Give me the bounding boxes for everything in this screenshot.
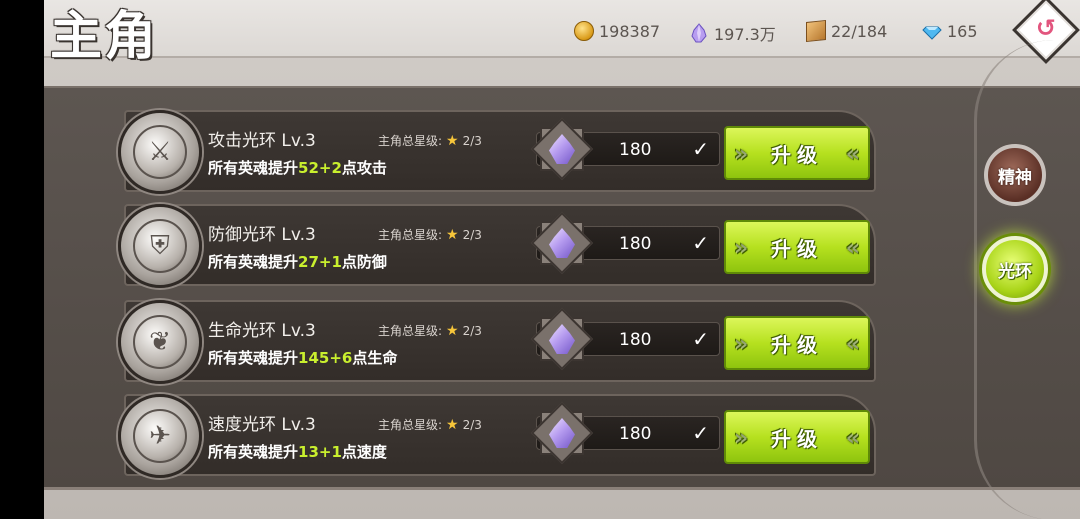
crystal-cost-icon <box>530 211 594 275</box>
desc-value: 13+1 <box>298 443 342 461</box>
chevron-right-icon: » <box>734 426 748 451</box>
chevron-right-icon: » <box>734 236 748 261</box>
crystal-icon <box>691 23 707 43</box>
hero-screen: 主角 198387 197.3万 22/184 165 ↺ ⚔ 攻击光环 Lv.… <box>44 0 1080 519</box>
aura-list-panel: ⚔ 攻击光环 Lv.3 所有英魂提升52+2点攻击 主角总星级: ★ 2/3 1… <box>44 86 1080 490</box>
aura-name: 防御光环 Lv.3 <box>208 225 316 245</box>
aura-name: 速度光环 Lv.3 <box>208 415 316 435</box>
aura-row-speed: ✈ 速度光环 Lv.3 所有英魂提升13+1点速度 主角总星级: ★ 2/3 1… <box>118 394 876 478</box>
desc-value: 52+2 <box>298 159 342 177</box>
chevron-left-icon: « <box>845 332 860 357</box>
desc-suffix: 点防御 <box>341 253 387 271</box>
star-label: 主角总星级: <box>378 134 443 148</box>
chevron-left-icon: « <box>845 142 860 167</box>
wing-crest-icon: ✈ <box>118 394 202 478</box>
upgrade-label: 升级 <box>771 142 823 167</box>
chevron-left-icon: « <box>845 426 860 451</box>
star-icon: ★ <box>446 132 459 149</box>
bag-counter: 22/184 <box>806 19 888 43</box>
upgrade-label: 升级 <box>771 426 823 451</box>
desc-suffix: 点攻击 <box>341 159 387 177</box>
upgrade-button[interactable]: » 升级 « <box>724 316 870 370</box>
box-icon <box>806 19 826 43</box>
desc-suffix: 点生命 <box>352 349 398 367</box>
diamond-icon <box>922 26 942 40</box>
upgrade-button[interactable]: » 升级 « <box>724 410 870 464</box>
desc-prefix: 所有英魂提升 <box>208 159 299 177</box>
tab-spirit[interactable]: 精神 <box>984 144 1046 206</box>
desc-prefix: 所有英魂提升 <box>208 349 299 367</box>
aura-row-defense: ⛨ 防御光环 Lv.3 所有英魂提升27+1点防御 主角总星级: ★ 2/3 1… <box>118 204 876 288</box>
check-icon: ✓ <box>692 421 709 445</box>
star-requirement: 主角总星级: ★ 2/3 <box>378 132 482 149</box>
aura-name: 生命光环 Lv.3 <box>208 321 316 341</box>
star-icon: ★ <box>446 226 459 243</box>
sword-crest-icon: ⚔ <box>118 110 202 194</box>
upgrade-label: 升级 <box>771 236 823 261</box>
cost-value: 180 <box>619 424 652 444</box>
crystal-cost-icon <box>530 401 594 465</box>
star-icon: ★ <box>446 416 459 433</box>
star-icon: ★ <box>446 322 459 339</box>
check-icon: ✓ <box>692 231 709 255</box>
check-icon: ✓ <box>692 327 709 351</box>
chevron-right-icon: » <box>734 332 748 357</box>
desc-prefix: 所有英魂提升 <box>208 253 299 271</box>
star-label: 主角总星级: <box>378 418 443 432</box>
page-title: 主角 <box>50 6 159 67</box>
cost-value: 180 <box>619 140 652 160</box>
heart-crest-icon: ❦ <box>118 300 202 384</box>
bag-value: 22/184 <box>831 21 888 41</box>
gold-counter: 198387 <box>574 21 660 41</box>
star-value: 2/3 <box>462 417 482 432</box>
upgrade-button[interactable]: » 升级 « <box>724 126 870 180</box>
desc-value: 27+1 <box>298 253 342 271</box>
crystal-cost-icon <box>530 117 594 181</box>
star-requirement: 主角总星级: ★ 2/3 <box>378 322 482 339</box>
star-label: 主角总星级: <box>378 324 443 338</box>
desc-suffix: 点速度 <box>341 443 387 461</box>
star-value: 2/3 <box>462 323 482 338</box>
aura-desc: 所有英魂提升145+6点生命 <box>208 347 397 368</box>
aura-row-attack: ⚔ 攻击光环 Lv.3 所有英魂提升52+2点攻击 主角总星级: ★ 2/3 1… <box>118 110 876 194</box>
left-black-bar <box>0 0 44 519</box>
cost-value: 180 <box>619 330 652 350</box>
aura-desc: 所有英魂提升13+1点速度 <box>208 441 387 462</box>
gold-value: 198387 <box>599 21 661 41</box>
chevron-left-icon: « <box>845 236 860 261</box>
desc-value: 145+6 <box>298 349 353 367</box>
aura-name: 攻击光环 Lv.3 <box>208 131 316 151</box>
star-value: 2/3 <box>462 227 482 242</box>
check-icon: ✓ <box>692 137 709 161</box>
desc-prefix: 所有英魂提升 <box>208 443 299 461</box>
back-arrow-icon[interactable]: ↺ <box>1036 14 1056 42</box>
aura-desc: 所有英魂提升27+1点防御 <box>208 251 387 272</box>
shield-icon: ⛨ <box>118 204 202 288</box>
star-requirement: 主角总星级: ★ 2/3 <box>378 416 482 433</box>
star-requirement: 主角总星级: ★ 2/3 <box>378 226 482 243</box>
diamond-value: 165 <box>947 21 978 41</box>
diamond-counter: 165 <box>922 21 978 41</box>
crystal-cost-icon <box>530 307 594 371</box>
aura-row-life: ❦ 生命光环 Lv.3 所有英魂提升145+6点生命 主角总星级: ★ 2/3 … <box>118 300 876 384</box>
star-label: 主角总星级: <box>378 228 443 242</box>
upgrade-label: 升级 <box>771 332 823 357</box>
crystal-value: 197.3万 <box>714 25 776 44</box>
upgrade-button[interactable]: » 升级 « <box>724 220 870 274</box>
aura-desc: 所有英魂提升52+2点攻击 <box>208 157 387 178</box>
tab-aura[interactable]: 光环 <box>982 236 1048 302</box>
chevron-right-icon: » <box>734 142 748 167</box>
cost-value: 180 <box>619 234 652 254</box>
top-header: 主角 198387 197.3万 22/184 165 ↺ <box>44 0 1080 67</box>
coin-icon <box>574 21 594 41</box>
crystal-counter: 197.3万 <box>689 21 776 45</box>
star-value: 2/3 <box>462 133 482 148</box>
